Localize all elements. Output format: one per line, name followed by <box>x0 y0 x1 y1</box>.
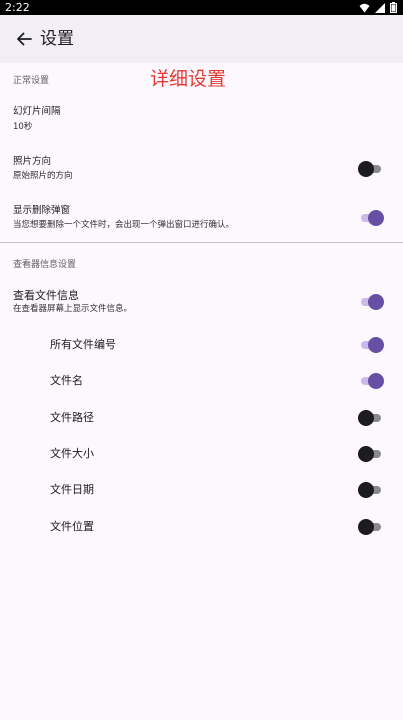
file-size-label: 文件大小 <box>50 447 94 460</box>
back-button[interactable] <box>12 27 36 51</box>
slideshow-interval-value: 10秒 <box>13 122 33 132</box>
switch-thumb <box>358 410 374 426</box>
file-path-switch[interactable] <box>358 410 384 426</box>
switch-thumb <box>358 519 374 535</box>
battery-icon <box>390 2 397 13</box>
signal-icon <box>375 2 385 13</box>
file-name-switch[interactable] <box>358 373 384 389</box>
switch-thumb <box>368 294 384 310</box>
switch-thumb <box>358 161 374 177</box>
file-info-title: 查看文件信息 <box>13 289 79 302</box>
status-icons <box>359 2 397 13</box>
file-date-label: 文件日期 <box>50 483 94 496</box>
file-info-summary: 在查看器屏幕上显示文件信息。 <box>13 304 133 314</box>
section-header-general: 正常设置 <box>13 76 50 86</box>
file-path-label: 文件路径 <box>50 411 94 424</box>
file-location-label: 文件位置 <box>50 520 94 533</box>
app-bar: 设置 <box>0 15 403 63</box>
switch-thumb <box>368 373 384 389</box>
photo-orientation-summary: 原始照片的方向 <box>13 171 73 181</box>
file-number-label: 所有文件编号 <box>50 338 116 351</box>
switch-thumb <box>368 210 384 226</box>
status-time: 2:22 <box>5 1 30 14</box>
switch-thumb <box>368 337 384 353</box>
wifi-icon <box>359 3 370 12</box>
overlay-title: 详细设置 <box>150 68 227 90</box>
delete-dialog-title: 显示删除弹窗 <box>13 205 71 216</box>
photo-orientation-title: 照片方向 <box>13 156 52 167</box>
file-name-label: 文件名 <box>50 374 83 387</box>
section-header-viewer: 查看器信息设置 <box>13 260 77 270</box>
switch-thumb <box>358 482 374 498</box>
delete-dialog-summary: 当您想要删除一个文件时，会出现一个弹出窗口进行确认。 <box>13 220 235 230</box>
arrow-back-icon <box>17 32 32 46</box>
file-location-switch[interactable] <box>358 519 384 535</box>
section-divider <box>0 242 403 243</box>
page-title: 设置 <box>40 29 74 49</box>
switch-thumb <box>358 446 374 462</box>
file-number-switch[interactable] <box>358 337 384 353</box>
file-size-switch[interactable] <box>358 446 384 462</box>
slideshow-interval-title: 幻灯片间隔 <box>13 106 61 117</box>
file-info-switch[interactable] <box>358 294 384 310</box>
delete-dialog-switch[interactable] <box>358 210 384 226</box>
file-date-switch[interactable] <box>358 482 384 498</box>
status-bar: 2:22 <box>0 0 403 15</box>
photo-orientation-switch[interactable] <box>358 161 384 177</box>
